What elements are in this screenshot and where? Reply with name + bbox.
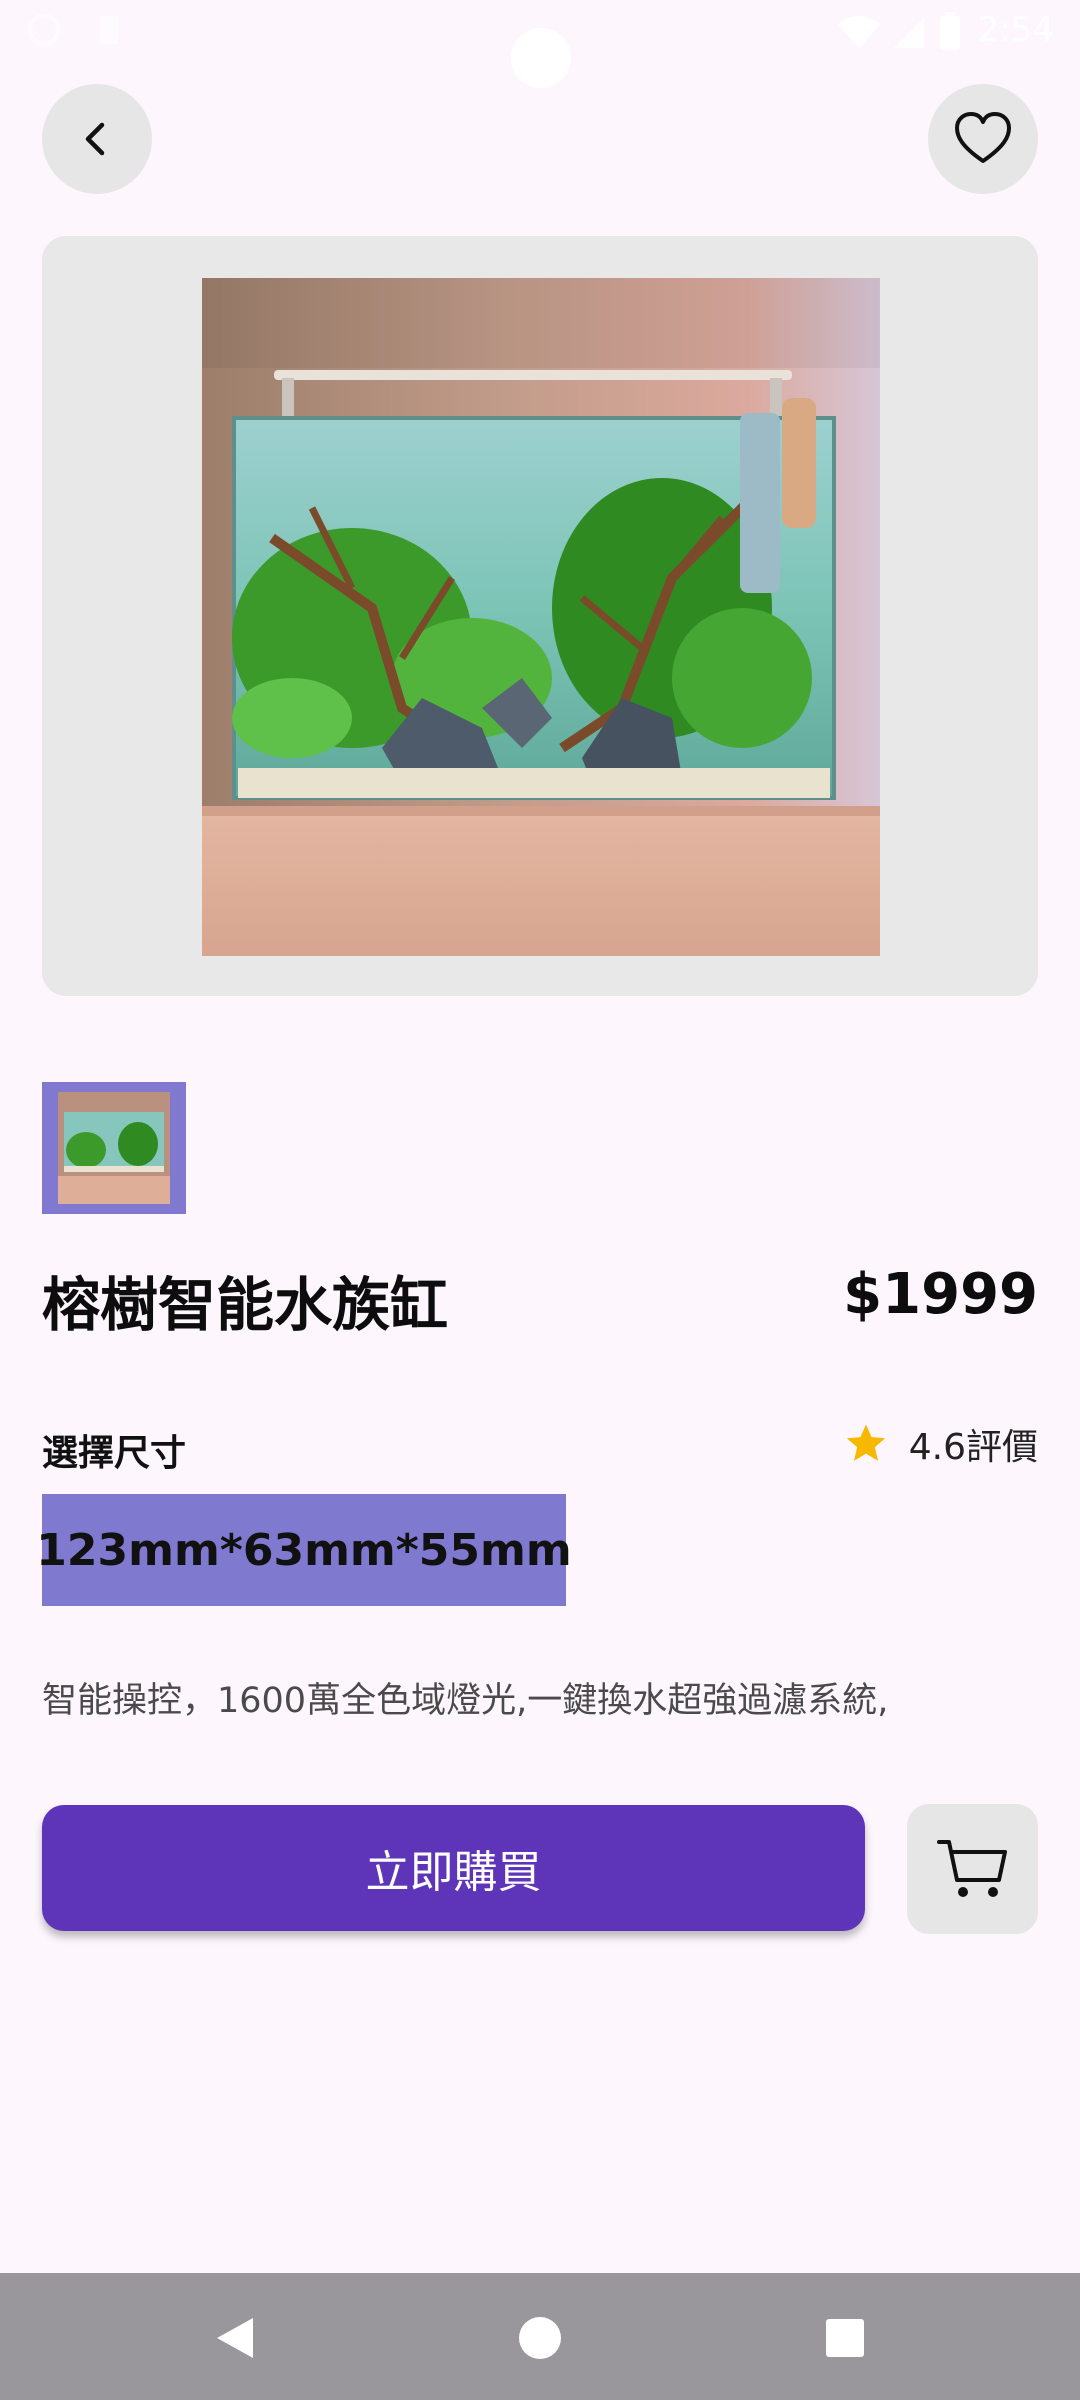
nav-recents-button[interactable] (810, 2303, 880, 2373)
rating-text: 4.6評價 (908, 1427, 1038, 1468)
product-description: 智能操控，1600萬全色域燈光,一鍵換水超強過濾系統, (42, 1681, 889, 1721)
thumbnail-selected[interactable] (42, 1082, 186, 1214)
nav-recents-icon (826, 2319, 864, 2357)
size-option-selected[interactable]: 123mm*63mm*55mm (36, 1494, 572, 1606)
status-bar: 2:54 (0, 0, 1080, 88)
heart-outline-icon (955, 112, 1011, 163)
signal-icon (894, 18, 924, 48)
size-label: 選擇尺寸 (42, 1433, 187, 1474)
sd-card-icon (100, 16, 118, 44)
wifi-icon (838, 16, 880, 48)
system-nav-bar (0, 2273, 1080, 2400)
product-image[interactable] (202, 278, 880, 956)
camera-cutout (511, 28, 571, 88)
product-price: $1999 (843, 1262, 1038, 1327)
nav-home-button[interactable] (505, 2303, 575, 2373)
product-title: 榕樹智能水族缸 (42, 1271, 449, 1339)
status-time: 2:54 (977, 10, 1054, 50)
nav-back-button[interactable] (200, 2303, 270, 2373)
product-image-panel (42, 236, 1038, 996)
rating: 4.6評價 (843, 1418, 1038, 1470)
shopping-cart-icon (936, 1840, 1007, 1897)
back-button[interactable] (42, 84, 152, 194)
battery-icon (940, 12, 960, 50)
notification-icon (28, 14, 60, 46)
chevron-left-icon (85, 122, 105, 156)
add-to-cart-button[interactable] (907, 1804, 1038, 1934)
buy-now-button[interactable]: 立即購買 (42, 1805, 865, 1931)
star-icon (846, 1424, 885, 1461)
favorite-button[interactable] (928, 84, 1038, 194)
nav-home-icon (519, 2317, 561, 2359)
nav-back-icon (217, 2318, 253, 2358)
thumbnail-image (58, 1092, 170, 1204)
